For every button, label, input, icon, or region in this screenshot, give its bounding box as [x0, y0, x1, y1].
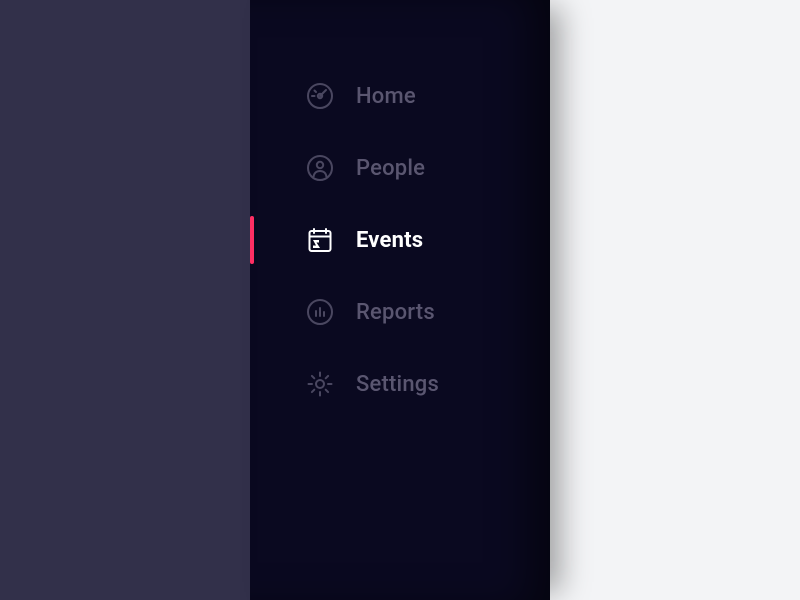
sidebar-item-home[interactable]: Home — [250, 60, 550, 132]
sidebar-item-people[interactable]: People — [250, 132, 550, 204]
sidebar-item-settings[interactable]: Settings — [250, 348, 550, 420]
sidebar-item-label: Events — [356, 228, 423, 253]
chart-circle-icon — [306, 298, 334, 326]
content-area — [550, 0, 800, 600]
left-strip — [0, 0, 250, 600]
gear-icon — [306, 370, 334, 398]
sidebar-item-label: Reports — [356, 300, 435, 325]
sidebar-item-label: People — [356, 156, 425, 181]
sidebar-item-events[interactable]: Events — [250, 204, 550, 276]
sidebar-item-reports[interactable]: Reports — [250, 276, 550, 348]
calendar-icon — [306, 226, 334, 254]
sidebar: Home People Events — [250, 0, 550, 600]
gauge-icon — [306, 82, 334, 110]
active-indicator — [250, 216, 254, 264]
sidebar-item-label: Home — [356, 84, 416, 109]
sidebar-item-label: Settings — [356, 372, 439, 397]
person-circle-icon — [306, 154, 334, 182]
